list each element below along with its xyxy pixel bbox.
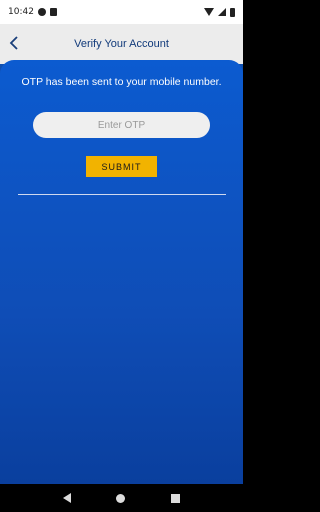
submit-button[interactable]: SUBMIT [86,156,157,177]
status-time: 10:42 [8,7,34,17]
circle-status-icon [37,8,46,16]
back-button[interactable] [6,33,22,53]
status-bar: 10:42 [0,0,243,24]
chevron-left-icon [9,36,18,50]
nav-back-icon[interactable] [62,493,71,503]
otp-input[interactable] [33,112,210,138]
status-right [204,7,235,17]
divider [18,194,226,195]
signal-icon [218,8,226,16]
battery-icon [230,7,235,17]
nav-recent-icon[interactable] [171,493,181,503]
sd-card-icon [49,8,57,16]
nav-bar [0,484,243,512]
status-left: 10:42 [8,7,57,17]
otp-sent-message: OTP has been sent to your mobile number. [21,76,222,88]
page-title: Verify Your Account [74,38,169,50]
app-bar: Verify Your Account [0,24,243,64]
nav-home-icon[interactable] [116,493,126,503]
wifi-icon [204,8,214,16]
content-panel: OTP has been sent to your mobile number.… [0,60,243,484]
screen: 10:42 Verify Your Account OTP has been s… [0,0,243,512]
